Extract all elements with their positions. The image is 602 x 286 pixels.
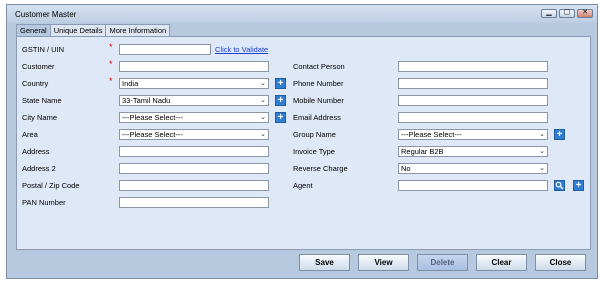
chevron-down-icon: ⌄: [260, 131, 266, 138]
minimize-icon: ▁: [546, 9, 552, 16]
tab-unique-details[interactable]: Unique Details: [49, 24, 107, 36]
click-to-validate-link[interactable]: Click to Validate: [215, 45, 268, 54]
maximize-icon: ▢: [563, 9, 571, 16]
gstin-label: GSTIN / UIN: [22, 45, 65, 54]
area-label: Area: [22, 130, 38, 139]
plus-icon: +: [556, 129, 563, 140]
plus-icon: +: [277, 78, 284, 89]
address2-label: Address 2: [22, 164, 56, 173]
email-address-label: Email Address: [293, 113, 341, 122]
area-value: ---Please Select---: [122, 130, 183, 139]
chevron-down-icon: ⌄: [260, 114, 266, 121]
invoice-type-value: Regular B2B: [401, 147, 444, 156]
maximize-button[interactable]: ▢: [559, 9, 575, 18]
pan-number-label: PAN Number: [22, 198, 66, 207]
invoice-type-label: Invoice Type: [293, 147, 335, 156]
clear-button[interactable]: Clear: [476, 254, 527, 271]
required-marker: *: [109, 59, 113, 69]
add-state-button[interactable]: +: [275, 95, 286, 106]
title-bar: Customer Master ▁ ▢ ✕: [7, 5, 597, 23]
country-value: India: [122, 79, 139, 88]
state-value: 33-Tamil Nadu: [122, 96, 171, 105]
contact-person-label: Contact Person: [293, 62, 345, 71]
plus-icon: +: [277, 112, 284, 123]
chevron-down-icon: ⌄: [539, 131, 545, 138]
state-label: State Name: [22, 96, 62, 105]
postal-code-input[interactable]: [119, 180, 269, 191]
customer-input[interactable]: [119, 61, 269, 72]
add-country-button[interactable]: +: [275, 78, 286, 89]
state-select[interactable]: 33-Tamil Nadu ⌄: [119, 95, 269, 106]
button-bar: Save View Delete Clear Close: [7, 254, 597, 276]
city-label: City Name: [22, 113, 58, 122]
group-name-select[interactable]: ---Please Select--- ⌄: [398, 129, 548, 140]
view-button[interactable]: View: [358, 254, 409, 271]
pan-number-input[interactable]: [119, 197, 269, 208]
close-button[interactable]: Close: [535, 254, 586, 271]
required-marker: *: [109, 76, 113, 86]
postal-code-label: Postal / Zip Code: [22, 181, 80, 190]
country-label: Country: [22, 79, 49, 88]
group-name-label: Group Name: [293, 130, 336, 139]
city-value: ---Please Select---: [122, 113, 183, 122]
general-panel: GSTIN / UIN * Click to Validate Customer…: [16, 36, 591, 250]
address-label: Address: [22, 147, 50, 156]
close-icon: ✕: [582, 9, 588, 16]
mobile-number-input[interactable]: [398, 95, 548, 106]
chevron-down-icon: ⌄: [260, 97, 266, 104]
chevron-down-icon: ⌄: [539, 148, 545, 155]
delete-button[interactable]: Delete: [417, 254, 468, 271]
gstin-input[interactable]: [119, 44, 211, 55]
city-select[interactable]: ---Please Select--- ⌄: [119, 112, 269, 123]
chevron-down-icon: ⌄: [539, 165, 545, 172]
address-input[interactable]: [119, 146, 269, 157]
minimize-button[interactable]: ▁: [541, 9, 557, 18]
window-title: Customer Master: [15, 10, 77, 19]
address2-input[interactable]: [119, 163, 269, 174]
phone-number-label: Phone Number: [293, 79, 344, 88]
agent-input[interactable]: [398, 180, 548, 191]
agent-search-button[interactable]: [554, 180, 565, 191]
add-group-button[interactable]: +: [554, 129, 565, 140]
tab-more-information[interactable]: More Information: [105, 24, 171, 36]
area-select[interactable]: ---Please Select--- ⌄: [119, 129, 269, 140]
add-city-button[interactable]: +: [275, 112, 286, 123]
window-controls: ▁ ▢ ✕: [541, 9, 593, 18]
phone-number-input[interactable]: [398, 78, 548, 89]
plus-icon: +: [277, 95, 284, 106]
close-window-button[interactable]: ✕: [577, 9, 593, 18]
add-agent-button[interactable]: +: [573, 180, 584, 191]
invoice-type-select[interactable]: Regular B2B ⌄: [398, 146, 548, 157]
group-name-value: ---Please Select---: [401, 130, 462, 139]
contact-person-input[interactable]: [398, 61, 548, 72]
chevron-down-icon: ⌄: [260, 80, 266, 87]
customer-label: Customer: [22, 62, 55, 71]
reverse-charge-select[interactable]: No ⌄: [398, 163, 548, 174]
email-address-input[interactable]: [398, 112, 548, 123]
save-button[interactable]: Save: [299, 254, 350, 271]
reverse-charge-label: Reverse Charge: [293, 164, 348, 173]
search-icon: [555, 181, 564, 190]
agent-label: Agent: [293, 181, 313, 190]
customer-master-window: Customer Master ▁ ▢ ✕ General Unique Det…: [6, 4, 598, 279]
mobile-number-label: Mobile Number: [293, 96, 344, 105]
required-marker: *: [109, 42, 113, 52]
plus-icon: +: [575, 180, 582, 191]
reverse-charge-value: No: [401, 164, 411, 173]
country-select[interactable]: India ⌄: [119, 78, 269, 89]
